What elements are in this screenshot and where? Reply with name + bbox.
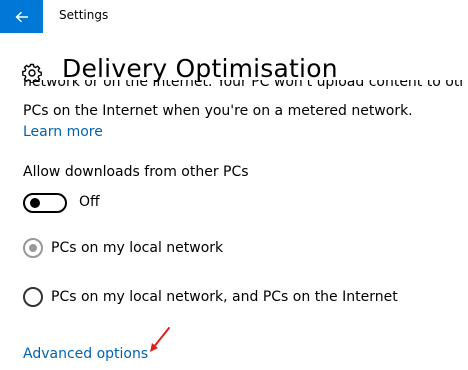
- advanced-options-link[interactable]: Advanced options: [23, 346, 148, 362]
- description-clipped-line: network or on the Internet. Your PC won'…: [23, 80, 463, 93]
- allow-downloads-toggle[interactable]: [23, 193, 67, 213]
- back-arrow-icon: [14, 11, 28, 22]
- toggle-knob: [30, 198, 40, 208]
- description-text: PCs on the Internet when you're on a met…: [23, 103, 413, 119]
- toggle-state-text: Off: [79, 194, 100, 210]
- red-arrow-icon: [150, 327, 170, 352]
- window-title: Settings: [59, 8, 109, 22]
- radio-local-and-internet-label: PCs on my local network, and PCs on the …: [51, 289, 398, 305]
- description-clipped-text: network or on the Internet. Your PC won'…: [23, 80, 463, 90]
- learn-more-link[interactable]: Learn more: [23, 124, 103, 140]
- title-bar: Settings: [0, 0, 468, 33]
- radio-local-network-label: PCs on my local network: [51, 240, 224, 256]
- radio-local-and-internet[interactable]: [23, 287, 43, 307]
- radio-local-network[interactable]: [23, 238, 43, 258]
- back-button[interactable]: [0, 0, 43, 33]
- radio-selected-dot: [29, 244, 37, 252]
- page-title: Delivery Optimisation: [62, 54, 338, 83]
- allow-downloads-label: Allow downloads from other PCs: [23, 164, 249, 180]
